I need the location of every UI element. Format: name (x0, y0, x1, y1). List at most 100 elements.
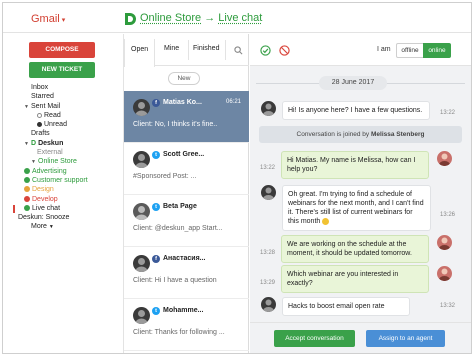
sidebar-item-unread[interactable]: Unread (3, 120, 122, 129)
chat-message: Hi! Is anyone here? I have a few questio… (282, 101, 430, 120)
radio-icon (37, 112, 42, 118)
sidebar-item-inbox[interactable]: Inbox (3, 83, 122, 92)
deskun-logo-icon (125, 13, 136, 25)
check-circle-icon[interactable] (260, 45, 271, 56)
chat-footer: Accept conversation Assign to an agent (250, 322, 471, 353)
gmail-menu[interactable]: Gmail ▾ (31, 13, 65, 25)
sidebar-item-snooze[interactable]: Deskun: Snooze (3, 213, 122, 222)
conversation-name: Beta Page (163, 203, 197, 210)
conversation-item[interactable]: t Beta Page Client: @deskun_app Start... (124, 195, 249, 247)
agent-avatar (437, 266, 452, 281)
tab-open[interactable]: Open (124, 39, 156, 67)
avatar (133, 255, 150, 272)
conversation-time: 06:21 (225, 99, 241, 105)
conversation-name: Scott Gree... (163, 151, 205, 158)
date-label: 28 June 2017 (319, 76, 387, 90)
ban-icon[interactable] (279, 45, 290, 56)
compose-button[interactable]: COMPOSE (29, 42, 95, 58)
sidebar-item-develop[interactable]: Develop (3, 195, 122, 204)
status-online-button[interactable]: online (423, 43, 451, 58)
conversation-name: Matias Ko... (163, 99, 202, 106)
new-ticket-button[interactable]: NEW TICKET (29, 62, 95, 78)
sidebar-item-read[interactable]: Read (3, 111, 122, 120)
message-time: 13:26 (440, 212, 456, 218)
avatar (133, 99, 150, 116)
conversation-preview: #Sponsored Post: ... (133, 173, 197, 180)
conversation-preview: Client: No, I thinks it's fine.. (133, 121, 218, 128)
sidebar-item-live-chat[interactable]: Live chat (3, 204, 122, 213)
message-time: 13:22 (260, 165, 276, 171)
badge-icon (24, 205, 30, 212)
sidebar-item-customer-support[interactable]: Customer support (3, 176, 122, 185)
sidebar-item-external[interactable]: External (3, 148, 122, 157)
message-time: 13:22 (440, 110, 456, 116)
sidebar-item-deskun[interactable]: ▼ D Deskun (3, 139, 122, 148)
conversation-item[interactable]: t Scott Gree... #Sponsored Post: ... (124, 143, 249, 195)
breadcrumb-arrow: → (204, 12, 216, 24)
sidebar-item-advertising[interactable]: Advertising (3, 167, 122, 176)
avatar (133, 151, 150, 168)
left-sidebar: COMPOSE NEW TICKET Inbox Starred ▼ Sent M… (3, 34, 122, 353)
avatar (133, 307, 150, 324)
chat-message: We are working on the schedule at the mo… (281, 235, 429, 263)
breadcrumb-store[interactable]: Online Store (140, 12, 201, 24)
deskun-d-icon: D (31, 139, 37, 147)
sidebar-item-sent-mail[interactable]: ▼ Sent Mail (3, 102, 122, 111)
tab-mine[interactable]: Mine (164, 45, 179, 52)
agent-name: Melissa Stenberg (370, 131, 425, 138)
twitter-icon: t (152, 203, 160, 211)
avatar (261, 185, 276, 200)
message-time: 13:29 (260, 280, 276, 286)
app-frame: Gmail ▾ Online Store → Live chat COMPOSE … (2, 2, 472, 354)
tab-divider (188, 40, 189, 60)
sidebar-item-online-store[interactable]: ▼ Online Store (3, 157, 122, 166)
conversation-item[interactable]: t Mohamme... Client: Thanks for followin… (124, 299, 249, 351)
status-offline-button[interactable]: offline (396, 43, 424, 58)
top-bar: Gmail ▾ Online Store → Live chat (3, 3, 471, 33)
facebook-icon: f (152, 99, 160, 107)
tab-divider (225, 40, 226, 60)
sidebar-item-drafts[interactable]: Drafts (3, 129, 122, 138)
avatar (261, 101, 276, 116)
sidebar-item-starred[interactable]: Starred (3, 92, 122, 101)
avatar (261, 297, 276, 312)
twitter-icon: t (152, 307, 160, 315)
chat-message: Oh great. I'm trying to find a schedule … (282, 185, 431, 231)
assign-agent-button[interactable]: Assign to an agent (366, 330, 445, 347)
twitter-icon: t (152, 151, 160, 159)
badge-icon (24, 186, 30, 193)
selected-indicator (13, 204, 15, 213)
message-time: 13:28 (260, 250, 276, 256)
conversation-list: Open Mine Finished New f Matias Ko... 06… (123, 34, 249, 353)
conversation-item[interactable]: f Анастасия... Client: Hi I have a quest… (124, 247, 249, 299)
sidebar-item-design[interactable]: Design (3, 185, 122, 194)
breadcrumb-live-chat[interactable]: Live chat (218, 12, 262, 24)
search-icon[interactable] (234, 46, 243, 55)
conversation-name: Анастасия... (163, 255, 206, 262)
message-time: 13:32 (440, 303, 456, 309)
conversation-item[interactable]: f Matias Ko... 06:21 Client: No, I think… (124, 91, 249, 143)
sidebar-item-more[interactable]: More ▼ (3, 222, 122, 231)
conversation-preview: Client: @deskun_app Start... (133, 225, 223, 232)
agent-avatar (437, 235, 452, 250)
smile-emoji-icon (322, 217, 330, 225)
conversation-tabs: Open Mine Finished (124, 34, 249, 67)
facebook-icon: f (152, 255, 160, 263)
agent-avatar (437, 151, 452, 166)
conversation-name: Mohamme... (163, 307, 204, 314)
conversation-preview: Client: Hi I have a question (133, 277, 217, 284)
chat-header: I am offline online (250, 34, 471, 66)
avatar (133, 203, 150, 220)
chat-message: Hacks to boost email open rate (282, 297, 410, 316)
breadcrumb: Online Store → Live chat (140, 12, 262, 24)
nav-list: Inbox Starred ▼ Sent Mail Read Unread Dra… (3, 83, 122, 232)
badge-icon (24, 177, 30, 184)
tab-finished[interactable]: Finished (193, 45, 219, 52)
accept-conversation-button[interactable]: Accept conversation (274, 330, 355, 347)
conversation-preview: Client: Thanks for following ... (133, 329, 225, 336)
new-conversations-button[interactable]: New (168, 72, 200, 85)
chat-message: Hi Matias. My name is Melissa, how can I… (281, 151, 429, 179)
radio-selected-icon (37, 121, 42, 127)
caret-down-icon: ▾ (61, 17, 66, 24)
gmail-title: Gmail (31, 13, 60, 25)
